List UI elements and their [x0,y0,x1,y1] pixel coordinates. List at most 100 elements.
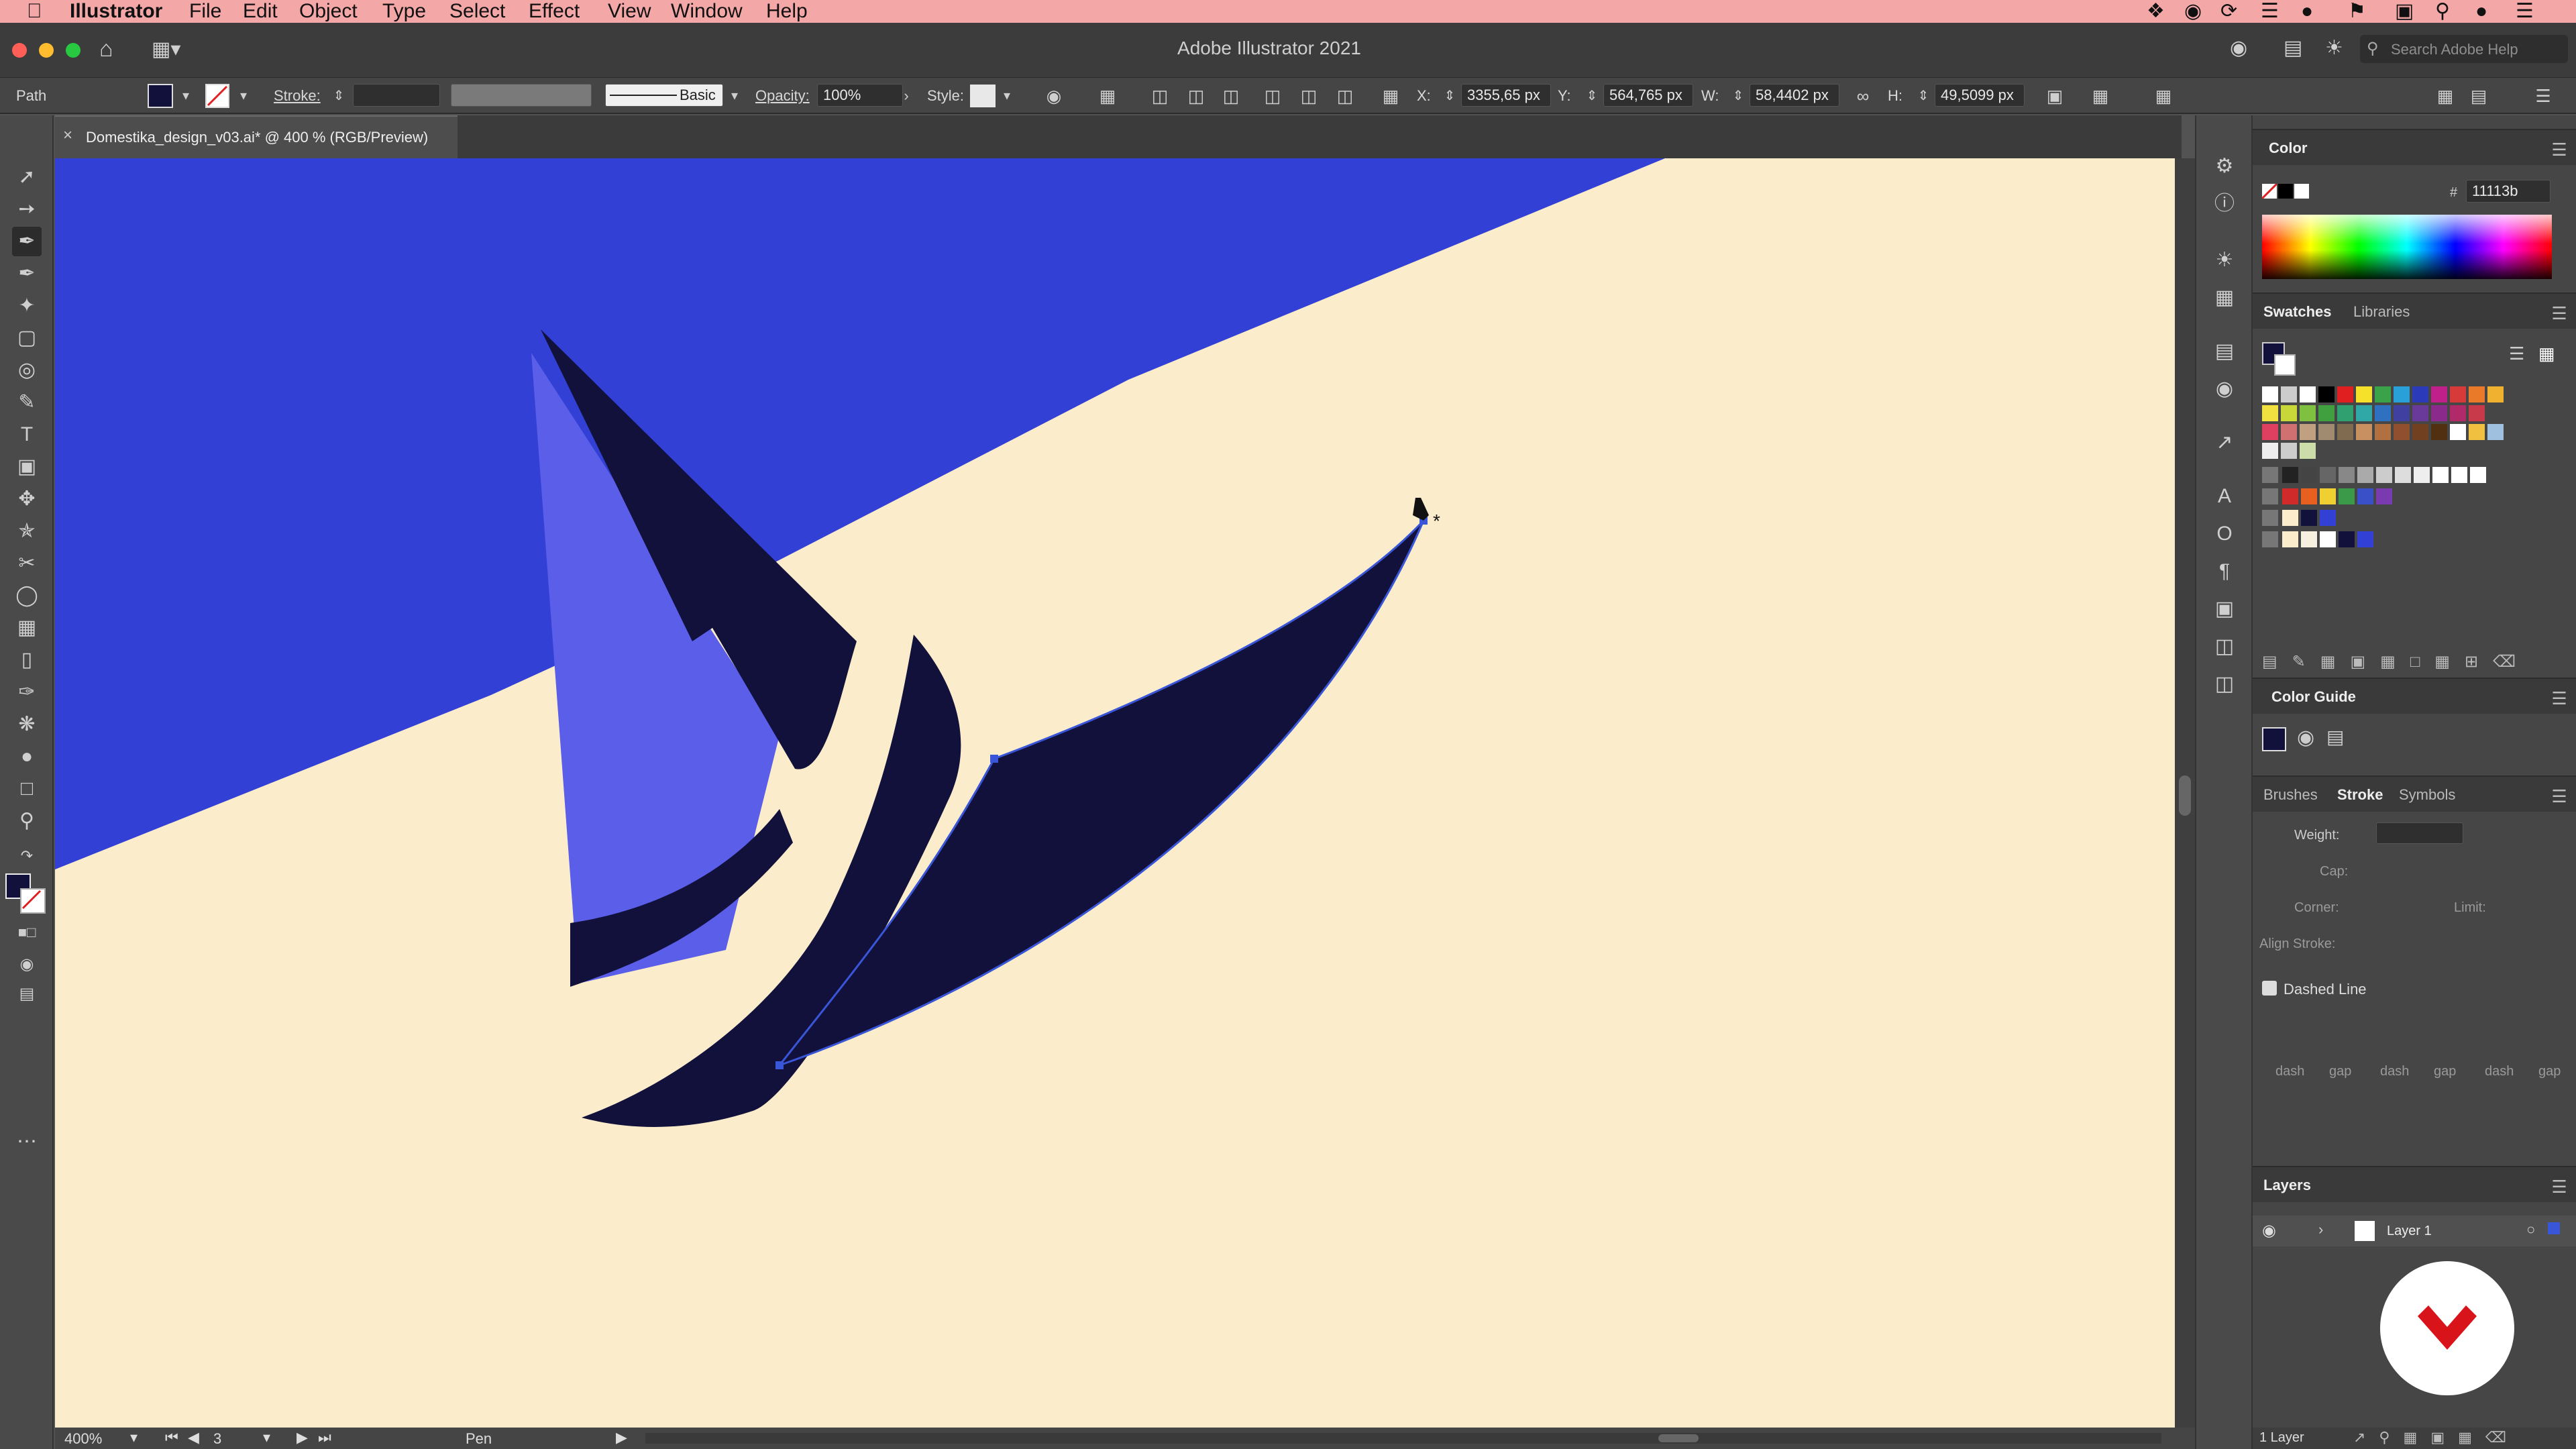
stroke-panel-menu-icon[interactable]: ☰ [2549,786,2569,807]
control-bar-menu-icon[interactable]: ☰ [2533,86,2553,106]
align-bottom-icon[interactable]: ◫ [1335,86,1355,106]
color-swatch[interactable] [2282,531,2298,547]
window-icon[interactable]: ▣ [2395,0,2414,23]
arrange-icon[interactable]: ▦ [2090,86,2110,106]
list-view-icon[interactable]: ☰ [2509,343,2524,364]
color-swatch[interactable] [2470,467,2486,483]
color-swatch[interactable] [2337,405,2353,421]
artboard-dropdown-icon[interactable]: ▾ [263,1429,270,1446]
wifi-icon[interactable]: ☰ [2261,0,2279,23]
layer-target-icon[interactable]: ○ [2526,1221,2535,1238]
character-icon[interactable]: A [2211,483,2238,510]
color-swatch[interactable] [2301,467,2317,483]
color-guide-harmony-icon[interactable]: ◉ [2297,726,2314,749]
properties-icon[interactable]: ⚙ [2211,153,2238,180]
eyedropper-tool-icon[interactable]: ✑ [12,678,42,707]
symbol-sprayer-icon[interactable]: ● [12,742,42,771]
color-swatch[interactable] [2282,510,2298,526]
color-swatch[interactable] [2318,386,2334,402]
menu-edit[interactable]: Edit [243,0,278,23]
color-swatch[interactable] [2376,488,2392,504]
stroke-swatch[interactable] [205,84,229,108]
anchor-point[interactable] [775,1061,784,1069]
opacity-input[interactable]: 100% [817,84,903,107]
info-icon[interactable]: ⓘ [2211,191,2238,217]
x-input[interactable]: 3355,65 px [1461,84,1551,107]
color-swatch[interactable] [2356,386,2372,402]
layer-visibility-eye-icon[interactable]: ◉ [2262,1221,2276,1240]
color-swatch[interactable] [2337,424,2353,440]
color-swatch[interactable] [2301,488,2317,504]
graphic-style-swatch[interactable] [970,85,996,107]
arrange-documents-icon[interactable]: ▤ [2284,36,2302,60]
color-swatch[interactable] [2375,405,2391,421]
color-spectrum[interactable] [2262,215,2552,279]
color-swatch[interactable] [2281,405,2297,421]
polar-grid-tool-icon[interactable]: ◎ [12,356,42,385]
color-swatch[interactable] [2282,467,2298,483]
align-left-icon[interactable]: ◫ [1150,86,1170,106]
menu-select[interactable]: Select [449,0,505,23]
transform-options-icon[interactable]: ▣ [2045,86,2065,106]
swatches-footer-icons[interactable]: ▤✎▦▣▦□▦⊞⌫ [2262,652,2557,672]
color-swatch[interactable] [2262,424,2278,440]
lasso-tool-icon[interactable]: ◯ [12,581,42,610]
color-swatch[interactable] [2282,488,2298,504]
color-swatch[interactable] [2300,405,2316,421]
color-swatch[interactable] [2300,424,2316,440]
opentype-icon[interactable]: O [2211,521,2238,547]
transparency-icon[interactable]: ◉ [2211,376,2238,402]
color-swatch[interactable] [2281,443,2297,459]
layer-expand-chevron-icon[interactable]: › [2318,1221,2323,1238]
swatch-grid[interactable] [2262,386,2557,547]
rectangle-tool-icon[interactable]: ▢ [12,323,42,353]
weight-input[interactable] [2376,822,2463,844]
pen-tool-icon[interactable]: ✒ [12,227,42,256]
horizontal-scrollbar[interactable] [645,1433,2161,1444]
appearance-icon[interactable]: ☀ [2211,247,2238,274]
brush-dropdown-icon[interactable]: ▾ [724,86,745,106]
dashed-line-checkbox[interactable] [2262,981,2277,996]
color-swatch[interactable] [2318,405,2334,421]
color-swatch[interactable] [2262,443,2278,459]
white-swatch[interactable] [2294,184,2309,199]
color-swatch[interactable] [2375,424,2391,440]
color-swatch[interactable] [2337,386,2353,402]
color-swatch[interactable] [2300,443,2316,459]
color-swatch[interactable] [2412,386,2428,402]
flag-icon[interactable]: ⚑ [2348,0,2366,23]
edit-toolbar-icon[interactable]: ⋯ [12,1127,42,1157]
color-swatch[interactable] [2356,424,2372,440]
tab-stroke[interactable]: Stroke [2337,786,2383,804]
artboard-number[interactable]: 3 [213,1430,221,1448]
opacity-arrow-icon[interactable]: › [896,86,916,106]
color-swatch[interactable] [2357,531,2373,547]
align-right-icon[interactable]: ◫ [1221,86,1241,106]
paragraph-icon[interactable]: ¶ [2211,558,2238,585]
color-swatch[interactable] [2469,386,2485,402]
swatch-group-folder-icon[interactable] [2262,510,2278,526]
direct-selection-tool-icon[interactable]: ➙ [12,195,42,224]
swatches-menu-icon[interactable]: ☰ [2549,303,2569,324]
menu-help[interactable]: Help [766,0,808,23]
puppet-warp-icon[interactable]: ✥ [12,484,42,514]
anchor-point[interactable] [990,755,998,763]
tab-symbols[interactable]: Symbols [2399,786,2455,804]
magic-wand-icon[interactable]: ✦ [12,291,42,321]
color-swatch[interactable] [2394,405,2410,421]
share-icon[interactable]: ◉ [2230,36,2247,60]
constrain-proportions-icon[interactable]: ∞ [1853,86,1873,106]
color-swatch[interactable] [2301,510,2317,526]
layers-footer-icons[interactable]: ↗⚲▦▣▦⌫ [2353,1429,2520,1446]
dropbox-icon[interactable]: ❖ [2147,0,2165,23]
color-swatch[interactable] [2320,531,2336,547]
color-panel-menu-icon[interactable]: ☰ [2549,140,2569,160]
notification-icon[interactable]: ● [2301,0,2313,23]
color-swatch[interactable] [2414,467,2430,483]
color-swatch[interactable] [2394,386,2410,402]
none-swatch[interactable] [2261,182,2278,200]
distribute-icon[interactable]: ▦ [1381,86,1401,106]
color-swatch[interactable] [2469,424,2485,440]
stroke-dropdown-icon[interactable]: ▾ [233,86,254,106]
status-arrow-icon[interactable]: ▶ [616,1429,627,1446]
